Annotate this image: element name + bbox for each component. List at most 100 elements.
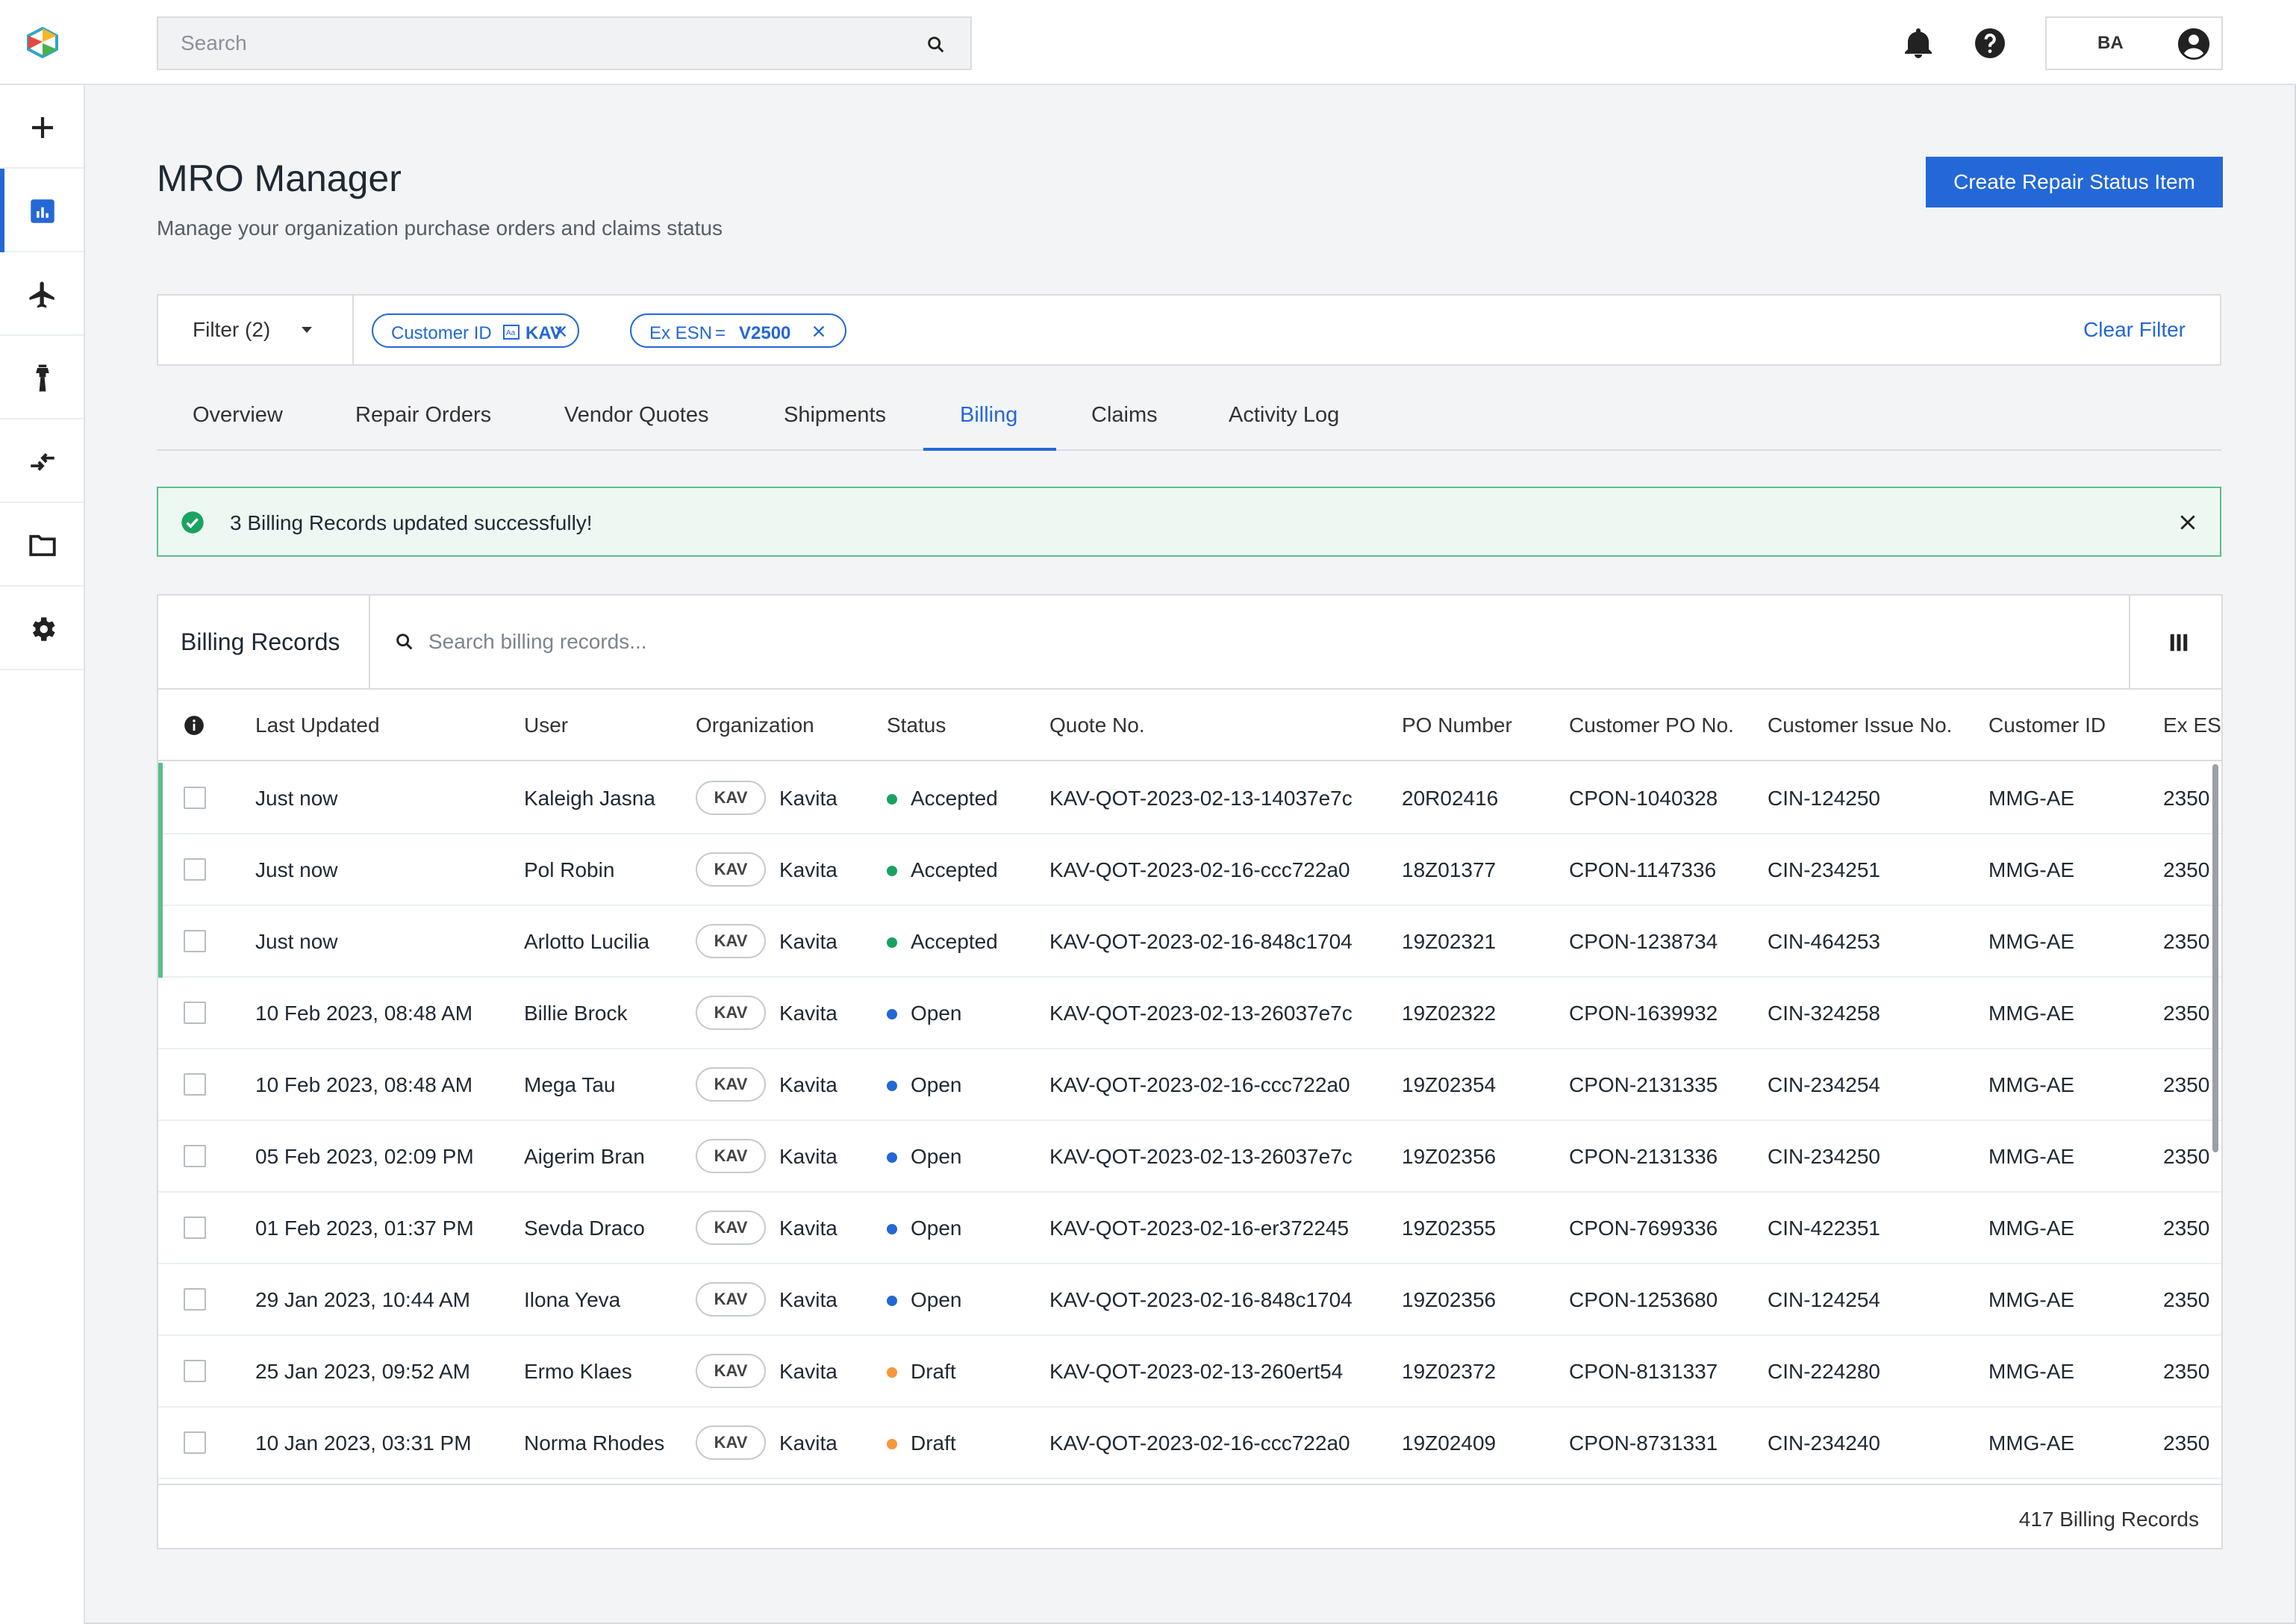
row-checkbox[interactable] xyxy=(184,1073,206,1096)
cell-status: Open xyxy=(911,1073,962,1096)
nav-item-transfer[interactable] xyxy=(0,419,84,503)
cell-esn: 2350 xyxy=(2163,1145,2210,1168)
cell-org: Kavita xyxy=(779,1360,837,1383)
info-icon[interactable] xyxy=(184,715,205,736)
table-row[interactable]: KAV 25 Jan 2023, 09:52 AM Ermo Klaes Kavita… xyxy=(158,1336,2221,1408)
cell-esn: 2350 xyxy=(2163,787,2210,810)
row-checkbox[interactable] xyxy=(184,1360,206,1382)
tab-claims[interactable]: Claims xyxy=(1091,403,1158,428)
status-dot xyxy=(887,1439,897,1449)
column-header[interactable]: Customer ID xyxy=(1988,713,2106,737)
filter-dropdown[interactable]: Filter (2) xyxy=(158,296,354,364)
create-repair-status-item-button[interactable]: Create Repair Status Item xyxy=(1926,157,2223,207)
tab-overview[interactable]: Overview xyxy=(193,403,283,428)
cell-user: Billie Brock xyxy=(524,1002,628,1025)
tab-activity-log[interactable]: Activity Log xyxy=(1229,403,1339,428)
row-checkbox[interactable] xyxy=(184,930,206,952)
status-dot xyxy=(887,1367,897,1378)
row-checkbox[interactable] xyxy=(184,1002,206,1024)
table-row[interactable]: KAV Just now Kaleigh Jasna Kavita Accepted KA… xyxy=(158,763,2221,834)
filter-chip-ex-esn[interactable]: Ex ESN = V2500 xyxy=(630,313,846,348)
table-row[interactable]: KAV 10 Feb 2023, 08:48 AM Mega Tau Kavita Op… xyxy=(158,1049,2221,1121)
tab-billing[interactable]: Billing xyxy=(960,403,1017,428)
close-icon[interactable] xyxy=(552,323,569,340)
global-search-input[interactable] xyxy=(181,28,912,58)
cell-cust-id: MMG-AE xyxy=(1988,1431,2075,1455)
cell-esn: 2350 xyxy=(2163,1431,2210,1455)
chip-label: Customer ID xyxy=(391,323,492,343)
cell-esn: 2350 xyxy=(2163,1288,2210,1311)
nav-item-add[interactable] xyxy=(0,85,84,169)
table-row[interactable]: KAV 05 Feb 2023, 02:09 PM Aigerim Bran Kavi… xyxy=(158,1121,2221,1193)
cell-updated: Just now xyxy=(255,930,338,953)
cell-status: Open xyxy=(911,1002,962,1025)
table-row[interactable]: KAV 10 Jan 2023, 03:31 PM Norma Rhodes Kavi… xyxy=(158,1408,2221,1479)
cell-cust-po: CPON-1040328 xyxy=(1569,787,1718,810)
table-row[interactable]: KAV 29 Jan 2023, 10:44 AM Ilona Yeva Kavita… xyxy=(158,1264,2221,1336)
cell-cust-id: MMG-AE xyxy=(1988,858,2075,881)
column-header[interactable]: Status xyxy=(887,713,946,737)
tab-vendor-quotes[interactable]: Vendor Quotes xyxy=(564,403,708,428)
column-header[interactable]: PO Number xyxy=(1402,713,1512,737)
nav-item-settings[interactable] xyxy=(0,587,84,670)
row-checkbox[interactable] xyxy=(184,1288,206,1311)
close-icon[interactable] xyxy=(2178,513,2197,532)
row-checkbox[interactable] xyxy=(184,1431,206,1454)
cell-po: 19Z02356 xyxy=(1402,1288,1497,1311)
cell-status: Open xyxy=(911,1288,962,1311)
table-row[interactable]: KAV Just now Pol Robin Kavita Accepted KAV-QO… xyxy=(158,834,2221,906)
nav-item-files[interactable] xyxy=(0,503,84,587)
cell-cust-po: CPON-1253680 xyxy=(1569,1288,1718,1311)
user-menu[interactable]: BA xyxy=(2045,16,2223,70)
bell-icon[interactable] xyxy=(1900,25,1936,61)
cell-user: Ilona Yeva xyxy=(524,1288,621,1311)
active-tab-indicator xyxy=(923,448,1056,451)
column-header[interactable]: Ex ESN xyxy=(2163,713,2221,737)
tab-repair-orders[interactable]: Repair Orders xyxy=(355,403,491,428)
account-icon xyxy=(2177,28,2210,60)
column-header[interactable]: Quote No. xyxy=(1049,713,1145,737)
app-logo[interactable] xyxy=(25,27,60,58)
status-dot xyxy=(887,937,897,948)
row-checkbox[interactable] xyxy=(184,1145,206,1167)
clear-filter-link[interactable]: Clear Filter xyxy=(2083,318,2186,342)
row-checkbox[interactable] xyxy=(184,1217,206,1239)
nav-item-tower[interactable] xyxy=(0,336,84,419)
record-count: 417 Billing Records xyxy=(2018,1508,2199,1531)
help-icon[interactable] xyxy=(1972,25,2008,61)
column-header[interactable]: Last Updated xyxy=(255,713,380,737)
status-dot xyxy=(887,1081,897,1091)
column-header[interactable]: Customer Issue No. xyxy=(1768,713,1952,737)
status-dot xyxy=(887,794,897,805)
cell-esn: 2350 xyxy=(2163,1360,2210,1383)
table-row[interactable]: KAV Just now Arlotto Lucilia Kavita Accepted… xyxy=(158,906,2221,978)
billing-search-input[interactable] xyxy=(428,625,1324,658)
column-header[interactable]: User xyxy=(524,713,568,737)
column-header[interactable]: Organization xyxy=(696,713,814,737)
status-dot xyxy=(887,1224,897,1234)
column-header[interactable]: Customer PO No. xyxy=(1569,713,1734,737)
chart-icon xyxy=(31,199,54,223)
columns-icon[interactable] xyxy=(2168,631,2190,654)
filter-chip-customer-id[interactable]: Customer ID Aa KAV xyxy=(372,313,579,348)
search-icon[interactable] xyxy=(926,34,946,55)
table-row[interactable]: KAV 01 Feb 2023, 01:37 PM Sevda Draco Kavit… xyxy=(158,1193,2221,1264)
row-checkbox[interactable] xyxy=(184,787,206,809)
cell-updated: Just now xyxy=(255,858,338,881)
nav-item-flights[interactable] xyxy=(0,252,84,336)
cell-po: 19Z02321 xyxy=(1402,930,1497,953)
cell-issue: CIN-224280 xyxy=(1768,1360,1880,1383)
org-tag: KAV xyxy=(696,1211,766,1245)
table-row[interactable]: KAV 10 Feb 2023, 08:48 AM Billie Brock Kavi… xyxy=(158,978,2221,1049)
tab-shipments[interactable]: Shipments xyxy=(784,403,886,428)
row-checkbox[interactable] xyxy=(184,858,206,881)
chip-value: V2500 xyxy=(739,323,791,343)
cell-cust-id: MMG-AE xyxy=(1988,1073,2075,1096)
table-scrollbar[interactable] xyxy=(2212,764,2218,1152)
cell-issue: CIN-124254 xyxy=(1768,1288,1880,1311)
cell-cust-id: MMG-AE xyxy=(1988,930,2075,953)
global-search[interactable] xyxy=(157,16,972,70)
cell-po: 19Z02409 xyxy=(1402,1431,1497,1455)
close-icon[interactable] xyxy=(811,323,827,340)
nav-item-dashboard[interactable] xyxy=(0,169,84,252)
